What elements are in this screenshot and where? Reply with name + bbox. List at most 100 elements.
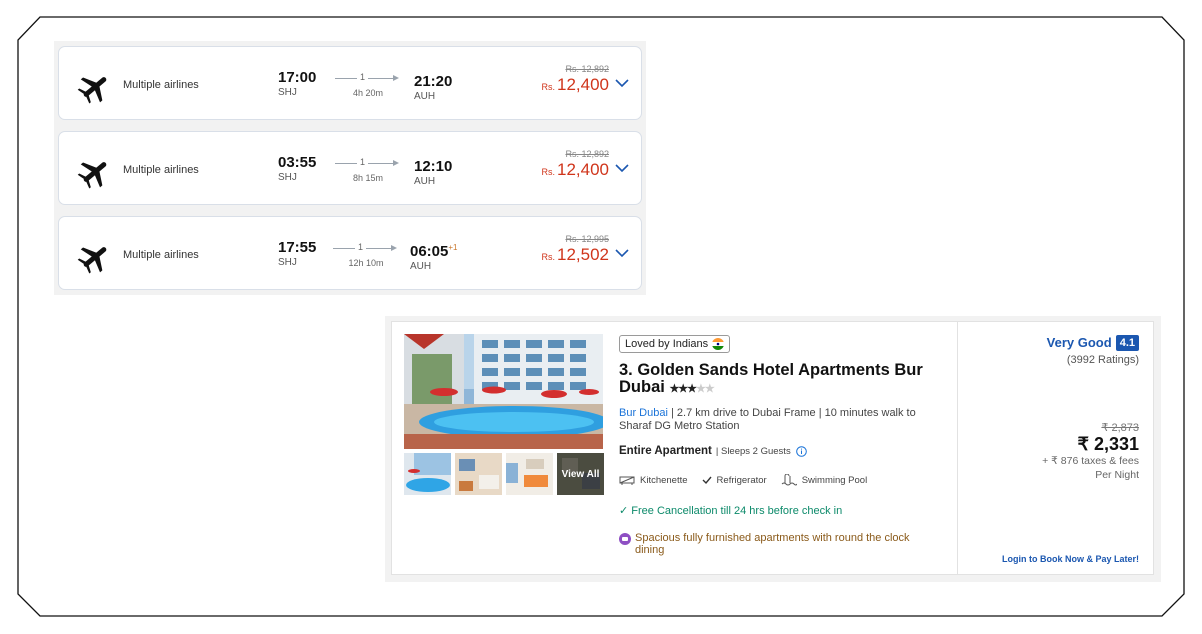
arrow-right-icon: [391, 245, 397, 251]
amenity-refrigerator: Refrigerator: [702, 475, 767, 486]
currency: Rs.: [541, 82, 556, 92]
departure: 03:55 SHJ: [278, 154, 316, 183]
hotel-price: ₹ 2,873 ₹ 2,331 + ₹ 876 taxes & fees Per…: [1042, 421, 1139, 482]
hotel-highlight: Spacious fully furnished apartments with…: [619, 532, 939, 556]
departure-time: 17:55: [278, 239, 317, 256]
arrival: 06:05+1 AUH: [410, 239, 458, 272]
hotel-name[interactable]: 3. Golden Sands Hotel Apartments Bur Dub…: [619, 362, 939, 398]
login-book-link[interactable]: Login to Book Now & Pay Later!: [1002, 554, 1139, 564]
flight-duration: 12h 10m: [348, 258, 384, 268]
arrival-time: 06:05: [410, 243, 449, 260]
view-all-photos[interactable]: View All: [557, 453, 604, 495]
original-price: Rs. 12,892: [565, 149, 609, 159]
amenity-label: Refrigerator: [716, 474, 767, 486]
route-indicator: 1 12h 10m: [333, 242, 399, 273]
arrival-airport: AUH: [410, 261, 432, 272]
amenity-swimming-pool: Swimming Pool: [781, 474, 867, 486]
free-cancellation: ✓ Free Cancellation till 24 hrs before c…: [619, 504, 842, 517]
airplane-icon: [77, 162, 107, 189]
departure-time: 03:55: [278, 154, 317, 171]
per-night: Per Night: [1095, 469, 1139, 481]
currency: Rs.: [541, 252, 556, 262]
airplane-icon: [77, 77, 107, 104]
arrival-time: 21:20: [414, 73, 453, 90]
arrow-right-icon: [393, 160, 399, 166]
amenity-label: Swimming Pool: [801, 474, 868, 486]
amenities-list: Kitchenette Refrigerator Swimming Pool: [619, 474, 881, 486]
rating-label: Very Good: [1046, 335, 1112, 350]
airplane-icon: [77, 247, 107, 274]
loved-by-indians-badge: Loved by Indians: [619, 335, 731, 353]
flight-duration: 4h 20m: [352, 88, 384, 98]
airline-name: Multiple airlines: [123, 79, 199, 91]
hotel-thumbnail[interactable]: [455, 453, 502, 495]
arrow-right-icon: [393, 75, 399, 81]
stops-count: 1: [357, 72, 369, 82]
departure: 17:55 SHJ: [278, 239, 316, 268]
hotel-thumbnail[interactable]: [404, 453, 451, 495]
sleeps-info: | Sleeps 2 Guests: [715, 445, 791, 457]
chevron-down-icon[interactable]: [615, 78, 629, 88]
rating-score: 4.1: [1115, 335, 1139, 351]
original-price: ₹ 2,873: [1101, 422, 1139, 434]
discounted-price: 12,502: [557, 245, 609, 264]
fare: Rs. 12,892 Rs. 12,400: [542, 149, 610, 182]
hotel-card[interactable]: View All Loved by Indians 3. Golden Sand…: [391, 321, 1154, 575]
info-icon[interactable]: [795, 445, 807, 457]
section-divider: [957, 322, 958, 574]
property-type: Entire Apartment: [619, 445, 712, 457]
badge-label: Loved by Indians: [625, 338, 709, 350]
area-link[interactable]: Bur Dubai: [619, 407, 668, 419]
hotel-location: Bur Dubai | 2.7 km drive to Dubai Frame …: [619, 407, 939, 433]
flight-card[interactable]: Multiple airlines 17:55 SHJ 1 12h 10m 06…: [58, 216, 642, 290]
departure: 17:00 SHJ: [278, 69, 316, 98]
discounted-price: 12,400: [557, 160, 609, 179]
kitchenette-icon: [619, 476, 635, 485]
airline-name: Multiple airlines: [123, 249, 199, 261]
departure-time: 17:00: [278, 69, 317, 86]
india-flag-icon: [712, 338, 725, 350]
star-empty-icon: ★★: [696, 383, 715, 395]
arrival-airport: AUH: [414, 176, 436, 187]
amenity-kitchenette: Kitchenette: [619, 474, 688, 486]
route-indicator: 1 8h 15m: [335, 157, 401, 188]
cancellation-text: Free Cancellation till 24 hrs before che…: [631, 505, 843, 517]
stops-count: 1: [357, 157, 369, 167]
route-indicator: 1 4h 20m: [335, 72, 401, 103]
arrival: 21:20 AUH: [414, 69, 452, 102]
check-icon: [702, 476, 712, 485]
guest-rating[interactable]: Very Good 4.1 (3992 Ratings): [1047, 334, 1139, 366]
hotel-thumbnail[interactable]: [506, 453, 553, 495]
chevron-down-icon[interactable]: [615, 163, 629, 173]
chevron-down-icon[interactable]: [615, 248, 629, 258]
flight-results-list: Multiple airlines 17:00 SHJ 1 4h 20m 21:…: [54, 41, 646, 295]
fare: Rs. 12,892 Rs. 12,400: [542, 64, 610, 97]
star-icon: ★★★: [669, 383, 697, 395]
star-rating: ★★★★★: [669, 383, 715, 395]
fare: Rs. 12,995 Rs. 12,502: [542, 234, 610, 267]
hotel-result-panel: View All Loved by Indians 3. Golden Sand…: [385, 316, 1161, 582]
hotel-main-photo[interactable]: [404, 334, 603, 449]
check-icon: ✓: [619, 505, 632, 517]
day-offset: +1: [448, 243, 458, 252]
view-all-label: View All: [557, 453, 604, 495]
taxes-fees: + ₹ 876 taxes & fees: [1042, 455, 1139, 467]
flight-duration: 8h 15m: [352, 173, 384, 183]
highlight-icon: [619, 533, 631, 545]
flight-card[interactable]: Multiple airlines 03:55 SHJ 1 8h 15m 12:…: [58, 131, 642, 205]
discounted-price: 12,400: [557, 75, 609, 94]
amenity-label: Kitchenette: [640, 474, 688, 486]
arrival-airport: AUH: [414, 91, 436, 102]
departure-airport: SHJ: [278, 257, 297, 268]
rating-count: (3992 Ratings): [1066, 354, 1139, 366]
arrival-time: 12:10: [414, 158, 453, 175]
flight-card[interactable]: Multiple airlines 17:00 SHJ 1 4h 20m 21:…: [58, 46, 642, 120]
hotel-name-text: 3. Golden Sands Hotel Apartments Bur Dub…: [619, 361, 923, 396]
departure-airport: SHJ: [278, 87, 297, 98]
arrival: 12:10 AUH: [414, 154, 452, 187]
discounted-price: ₹ 2,331: [1077, 434, 1140, 454]
swimming-pool-icon: [781, 474, 797, 486]
original-price: Rs. 12,892: [565, 64, 609, 74]
original-price: Rs. 12,995: [565, 234, 609, 244]
property-type-row: Entire Apartment | Sleeps 2 Guests: [619, 445, 807, 457]
